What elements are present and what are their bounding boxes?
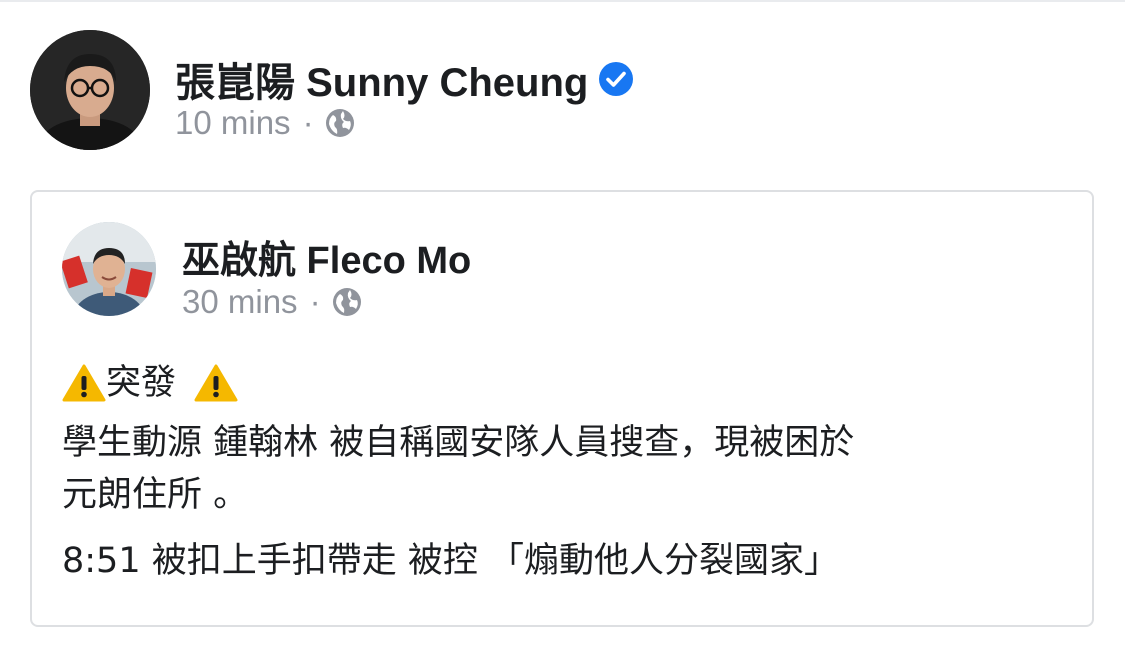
shared-author-name[interactable]: 巫啟航 Fleco Mo: [182, 229, 471, 284]
post-timestamp[interactable]: 10 mins: [175, 104, 291, 142]
meta-separator: ·: [302, 104, 314, 141]
facebook-post-screenshot: 張崑陽 Sunny Cheung 10 mins · 巫啟航 Fleco Mo …: [0, 0, 1125, 652]
shared-meta-separator: ·: [309, 283, 321, 320]
verified-check-icon: [598, 61, 634, 97]
headline-text: 突發: [106, 363, 177, 403]
shared-author-avatar[interactable]: [62, 222, 156, 316]
shared-post-card[interactable]: 巫啟航 Fleco Mo 30 mins · 突發 學生動源 鍾翰林 被自稱國安…: [30, 190, 1094, 627]
post-text-line: 8:51 被扣上手扣帶走 被控 「煽動他人分裂國家」: [62, 541, 839, 581]
shared-post-meta: 30 mins ·: [182, 283, 363, 321]
author-name-text[interactable]: 張崑陽 Sunny Cheung: [175, 50, 588, 108]
warning-icon: [62, 363, 106, 403]
author-avatar[interactable]: [30, 30, 150, 150]
shared-post-body: 突發 學生動源 鍾翰林 被自稱國安隊人員搜查，現被困於 元朗住所 。 8:51 …: [62, 357, 1062, 587]
post-text-line: 元朗住所 。: [62, 475, 249, 515]
author-name[interactable]: 張崑陽 Sunny Cheung: [175, 50, 634, 108]
globe-icon[interactable]: [324, 107, 356, 139]
warning-icon: [194, 363, 238, 403]
post-headline: 突發: [62, 357, 1062, 409]
post-meta: 10 mins ·: [175, 104, 356, 142]
top-divider: [0, 0, 1125, 2]
post-text-line: 學生動源 鍾翰林 被自稱國安隊人員搜查，現被困於: [62, 423, 855, 463]
shared-post-timestamp[interactable]: 30 mins: [182, 283, 298, 321]
globe-icon[interactable]: [331, 286, 363, 318]
